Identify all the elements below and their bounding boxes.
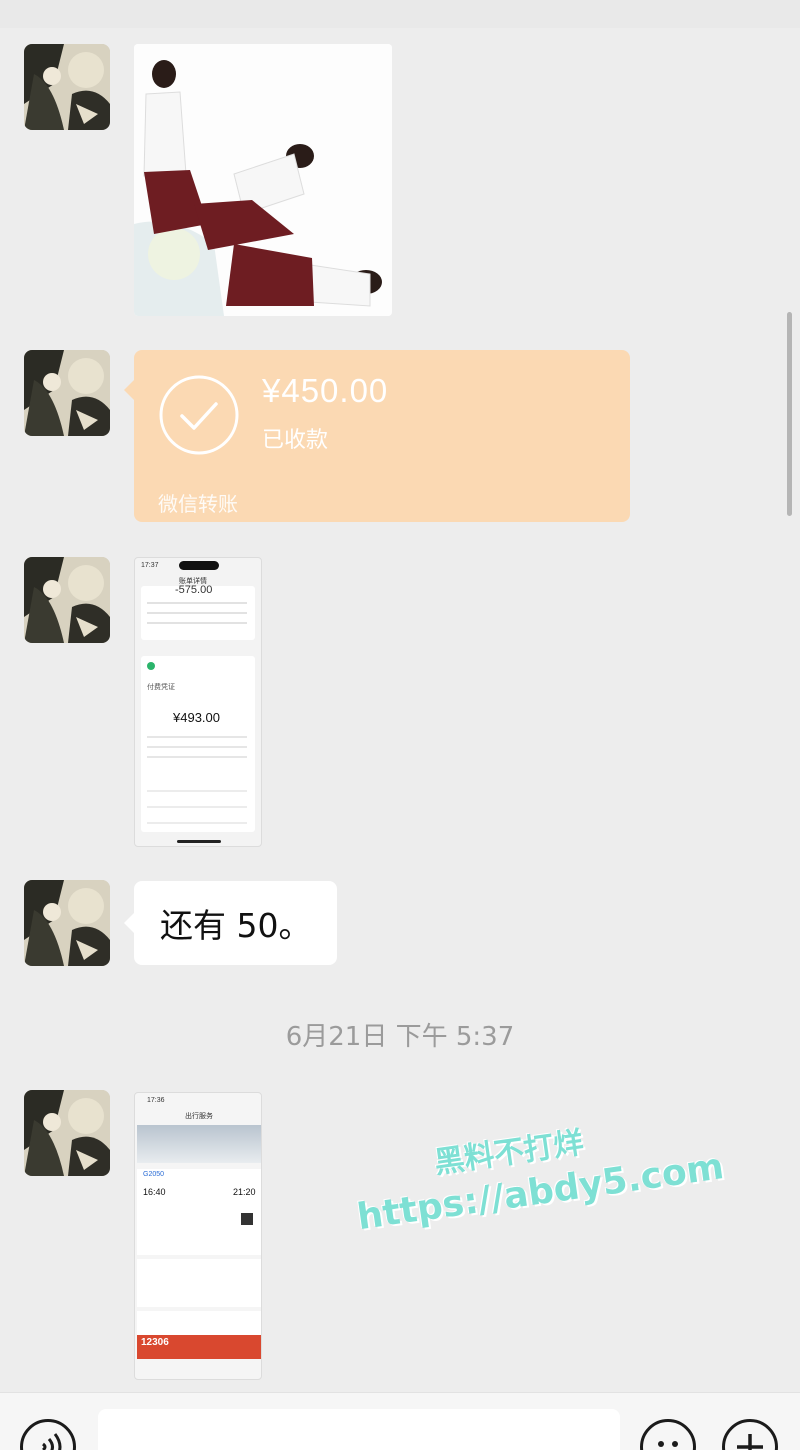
- mini-bank-icon: [147, 662, 155, 670]
- mini-partial-amount: -575.00: [175, 584, 213, 596]
- mini-train-image: [137, 1125, 261, 1163]
- contact-avatar[interactable]: [24, 44, 110, 130]
- mini-train-number: G2050: [143, 1171, 165, 1178]
- top-bar: [0, 0, 800, 28]
- photo-message[interactable]: [134, 44, 392, 316]
- check-circle-icon: [159, 375, 239, 455]
- mini-ticket-card: [137, 1169, 261, 1255]
- transfer-message[interactable]: ¥450.00 已收款 微信转账: [124, 350, 630, 522]
- mini-depart: 16:40: [143, 1187, 166, 1197]
- mini-qr-icon: [241, 1213, 253, 1225]
- voice-icon: [42, 1433, 62, 1450]
- screenshot-message-bill[interactable]: 17:37 账单详情 -575.00 付费凭证 ¥493.00: [134, 557, 262, 847]
- mini-arrive: 21:20: [233, 1187, 256, 1197]
- transfer-amount: ¥450.00: [262, 372, 389, 409]
- mini-amount: ¥493.00: [173, 710, 220, 725]
- emoji-icon: [658, 1441, 678, 1447]
- chat-timestamp: 6月21日 下午 5:37: [285, 1022, 515, 1052]
- contact-avatar[interactable]: [24, 1090, 110, 1176]
- message-input[interactable]: [98, 1409, 620, 1450]
- text-message[interactable]: 还有 50。: [123, 881, 338, 965]
- contact-avatar[interactable]: [24, 350, 110, 436]
- mini-time: 17:37: [141, 562, 159, 569]
- contact-avatar[interactable]: [24, 880, 110, 966]
- mini-notch: [179, 561, 219, 570]
- screenshot-message-train[interactable]: 17:36 出行服务 G2050 16:40 21:20 12306: [134, 1092, 262, 1380]
- emoji-button[interactable]: [640, 1419, 696, 1450]
- plus-button[interactable]: [722, 1419, 778, 1450]
- mini-time: 17:36: [147, 1097, 165, 1104]
- contact-avatar[interactable]: [24, 557, 110, 643]
- watermark: 黑料不打烊 https://abdy5.com: [348, 1103, 727, 1259]
- mini-title: 出行服务: [185, 1113, 213, 1120]
- plus-icon: [737, 1434, 763, 1450]
- mini-label: 付费凭证: [147, 684, 175, 691]
- voice-button[interactable]: [20, 1419, 76, 1450]
- transfer-status: 已收款: [262, 428, 329, 453]
- scrollbar[interactable]: [787, 312, 792, 516]
- input-bar: [0, 1392, 800, 1450]
- transfer-footer: 微信转账: [158, 492, 238, 516]
